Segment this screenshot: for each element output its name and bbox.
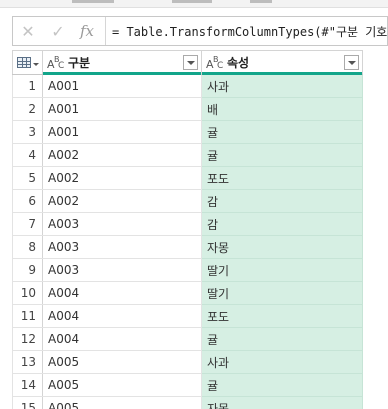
row-number[interactable]: 6: [12, 189, 43, 213]
cell-구분[interactable]: A004: [42, 327, 202, 351]
cell-속성[interactable]: 딸기: [201, 281, 363, 305]
cell-속성[interactable]: 자몽: [201, 396, 363, 409]
grid-header-row: ABC 구분 ABC 속성: [12, 50, 363, 76]
row-number[interactable]: 7: [12, 212, 43, 236]
row-number[interactable]: 5: [12, 166, 43, 190]
cell-구분[interactable]: A003: [42, 212, 202, 236]
column-header-label: 속성: [227, 56, 250, 70]
column-header-속성[interactable]: ABC 속성: [201, 50, 363, 76]
cell-속성[interactable]: 귤: [201, 373, 363, 397]
table-row: 10 A004 딸기: [12, 281, 363, 305]
cell-속성[interactable]: 감: [201, 212, 363, 236]
column-header-구분[interactable]: ABC 구분: [42, 50, 202, 76]
row-number[interactable]: 13: [12, 350, 43, 374]
formula-bar: ✕ ✓ fx = Table.TransformColumnTypes(#"구분…: [12, 16, 388, 46]
fx-icon[interactable]: fx: [73, 17, 101, 45]
text-type-icon[interactable]: ABC: [205, 55, 225, 71]
table-row: 15 A005 자몽: [12, 396, 363, 409]
row-number[interactable]: 3: [12, 120, 43, 144]
row-number[interactable]: 12: [12, 327, 43, 351]
close-icon[interactable]: ✕: [13, 17, 43, 45]
cell-구분[interactable]: A004: [42, 304, 202, 328]
table-row: 14 A005 귤: [12, 373, 363, 397]
row-number[interactable]: 8: [12, 235, 43, 259]
cell-구분[interactable]: A001: [42, 97, 202, 121]
cell-속성[interactable]: 포도: [201, 166, 363, 190]
check-icon[interactable]: ✓: [43, 17, 73, 45]
row-number[interactable]: 14: [12, 373, 43, 397]
table-icon: [16, 57, 31, 68]
cell-구분[interactable]: A002: [42, 143, 202, 167]
table-menu-corner[interactable]: [12, 50, 43, 75]
cell-구분[interactable]: A001: [42, 74, 202, 98]
cell-속성[interactable]: 귤: [201, 327, 363, 351]
cell-속성[interactable]: 사과: [201, 74, 363, 98]
cell-속성[interactable]: 사과: [201, 350, 363, 374]
cell-구분[interactable]: A001: [42, 120, 202, 144]
cell-구분[interactable]: A002: [42, 189, 202, 213]
text-type-icon[interactable]: ABC: [46, 55, 66, 71]
data-grid: ABC 구분 ABC 속성 1 A001 사과 2 A001 배 3 A001 귤 4 A002 귤 5…: [12, 50, 363, 409]
cell-구분[interactable]: A005: [42, 350, 202, 374]
table-row: 3 A001 귤: [12, 120, 363, 144]
cell-속성[interactable]: 귤: [201, 143, 363, 167]
cell-속성[interactable]: 딸기: [201, 258, 363, 282]
chevron-down-icon: [32, 63, 39, 66]
cell-구분[interactable]: A002: [42, 166, 202, 190]
table-row: 13 A005 사과: [12, 350, 363, 374]
table-row: 6 A002 감: [12, 189, 363, 213]
table-row: 11 A004 포도: [12, 304, 363, 328]
row-number[interactable]: 9: [12, 258, 43, 282]
table-row: 4 A002 귤: [12, 143, 363, 167]
table-row: 1 A001 사과: [12, 74, 363, 98]
cell-속성[interactable]: 귤: [201, 120, 363, 144]
row-number[interactable]: 11: [12, 304, 43, 328]
row-number[interactable]: 15: [12, 396, 43, 409]
cell-속성[interactable]: 배: [201, 97, 363, 121]
previous-ribbon-strip: [0, 0, 388, 8]
row-number[interactable]: 2: [12, 97, 43, 121]
table-row: 8 A003 자몽: [12, 235, 363, 259]
row-number[interactable]: 10: [12, 281, 43, 305]
column-header-label: 구분: [68, 56, 91, 70]
table-row: 9 A003 딸기: [12, 258, 363, 282]
cell-속성[interactable]: 포도: [201, 304, 363, 328]
cell-속성[interactable]: 자몽: [201, 235, 363, 259]
cell-구분[interactable]: A005: [42, 373, 202, 397]
cell-속성[interactable]: 감: [201, 189, 363, 213]
table-row: 12 A004 귤: [12, 327, 363, 351]
column-filter-dropdown-button[interactable]: [344, 55, 359, 70]
formula-input[interactable]: = Table.TransformColumnTypes(#"구분 기호: [106, 23, 387, 40]
cell-구분[interactable]: A003: [42, 258, 202, 282]
cell-구분[interactable]: A005: [42, 396, 202, 409]
cell-구분[interactable]: A004: [42, 281, 202, 305]
table-row: 5 A002 포도: [12, 166, 363, 190]
table-row: 7 A003 감: [12, 212, 363, 236]
column-filter-dropdown-button[interactable]: [183, 55, 198, 70]
cell-구분[interactable]: A003: [42, 235, 202, 259]
row-number[interactable]: 1: [12, 74, 43, 98]
row-number[interactable]: 4: [12, 143, 43, 167]
table-row: 2 A001 배: [12, 97, 363, 121]
